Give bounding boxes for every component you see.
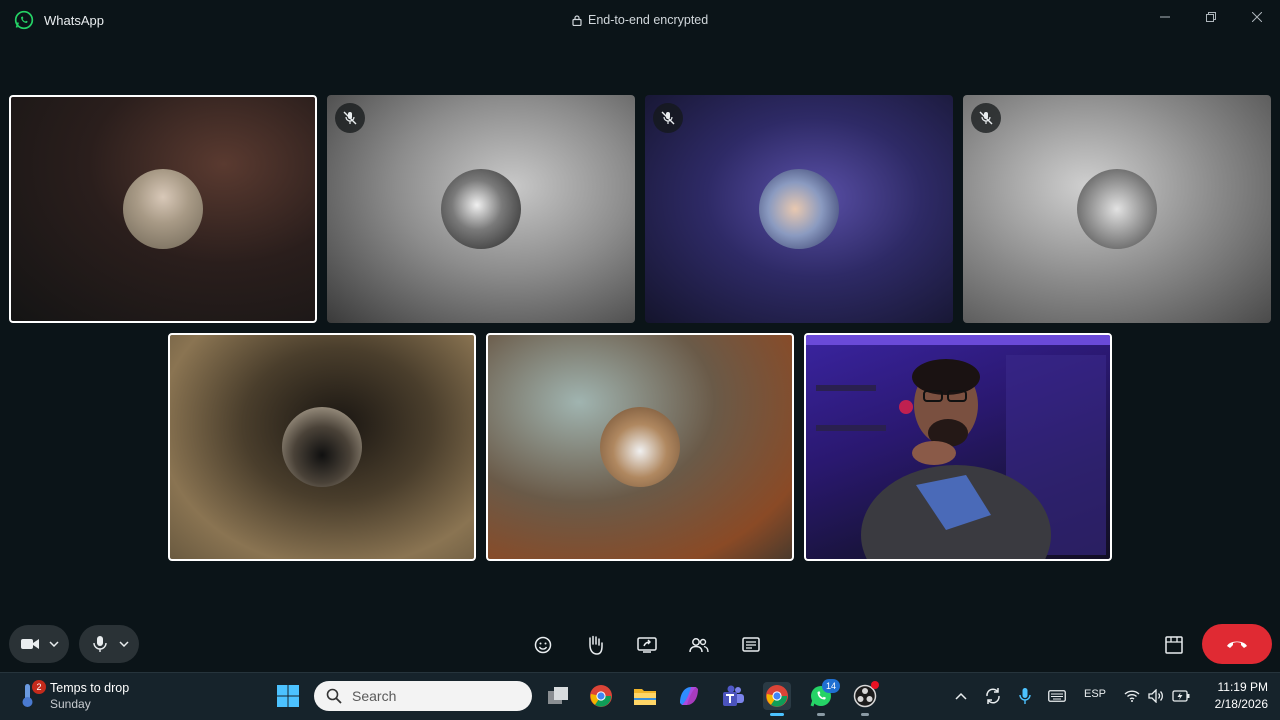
wifi-icon bbox=[1124, 690, 1140, 702]
chrome-active-taskbar-button[interactable] bbox=[763, 682, 791, 710]
participant-tile[interactable] bbox=[645, 95, 953, 323]
close-icon bbox=[1252, 12, 1262, 22]
raise-hand-icon bbox=[589, 635, 603, 655]
participants-button[interactable] bbox=[687, 633, 711, 657]
participant-avatar bbox=[1077, 169, 1157, 249]
sync-icon bbox=[986, 688, 1000, 704]
keyboard-tray-button[interactable] bbox=[1043, 682, 1071, 710]
copilot-button[interactable] bbox=[675, 682, 703, 710]
whatsapp-badge: 14 bbox=[822, 679, 840, 693]
mic-tray-button[interactable] bbox=[1011, 682, 1039, 710]
teams-button[interactable] bbox=[719, 682, 747, 710]
video-camera-icon[interactable] bbox=[21, 637, 39, 651]
participant-tile[interactable] bbox=[486, 333, 794, 561]
participant-video-feed bbox=[806, 335, 1110, 559]
participant-tile[interactable] bbox=[327, 95, 635, 323]
participants-icon bbox=[689, 638, 709, 653]
emoji-icon bbox=[534, 636, 552, 654]
whatsapp-logo-icon bbox=[14, 10, 34, 30]
start-button[interactable] bbox=[274, 682, 302, 710]
file-explorer-button[interactable] bbox=[631, 682, 659, 710]
minimize-button[interactable] bbox=[1154, 8, 1176, 26]
chrome-icon bbox=[590, 685, 612, 707]
active-app-indicator bbox=[770, 713, 784, 716]
camera-control-group[interactable] bbox=[9, 625, 69, 663]
clock-time: 11:19 PM bbox=[1217, 680, 1268, 694]
weather-badge: 2 bbox=[32, 680, 46, 694]
copilot-icon bbox=[680, 687, 698, 705]
clock[interactable]: 11:19 PM 2/18/2026 bbox=[1202, 680, 1268, 711]
layout-button[interactable] bbox=[1162, 633, 1186, 657]
microphone-icon[interactable] bbox=[93, 636, 107, 652]
recording-dot bbox=[871, 681, 879, 689]
folder-icon bbox=[634, 689, 656, 705]
teams-icon bbox=[723, 685, 744, 706]
quick-settings-button[interactable] bbox=[1120, 682, 1194, 710]
keyboard-icon bbox=[1048, 690, 1066, 702]
volume-icon bbox=[1148, 689, 1163, 703]
chevron-down-icon[interactable] bbox=[119, 641, 129, 647]
participant-avatar bbox=[600, 407, 680, 487]
reactions-button[interactable] bbox=[531, 633, 555, 657]
weather-subtitle: Sunday bbox=[50, 697, 91, 711]
weather-title: Temps to drop bbox=[50, 681, 130, 695]
muted-indicator bbox=[653, 103, 683, 133]
search-icon bbox=[326, 688, 342, 704]
layout-icon bbox=[1165, 636, 1183, 654]
participant-avatar bbox=[123, 169, 203, 249]
restore-icon bbox=[1206, 12, 1216, 22]
mic-off-icon bbox=[979, 111, 993, 125]
participant-avatar bbox=[282, 407, 362, 487]
microphone-icon bbox=[1019, 688, 1031, 704]
close-button[interactable] bbox=[1246, 8, 1268, 26]
share-screen-icon bbox=[637, 637, 657, 653]
title-bar: WhatsApp End-to-end encrypted bbox=[0, 0, 1280, 40]
chevron-down-icon[interactable] bbox=[49, 641, 59, 647]
chrome-taskbar-button[interactable] bbox=[587, 682, 615, 710]
weather-widget[interactable]: 2 Temps to drop Sunday bbox=[18, 678, 178, 714]
muted-indicator bbox=[335, 103, 365, 133]
restore-button[interactable] bbox=[1200, 8, 1222, 26]
participant-avatar bbox=[441, 169, 521, 249]
mic-off-icon bbox=[661, 111, 675, 125]
show-hidden-icons-button[interactable] bbox=[947, 682, 975, 710]
clock-date: 2/18/2026 bbox=[1214, 697, 1268, 711]
task-view-icon bbox=[548, 687, 568, 704]
participant-tile[interactable] bbox=[168, 333, 476, 561]
muted-indicator bbox=[971, 103, 1001, 133]
participant-video-tile[interactable] bbox=[804, 333, 1112, 561]
task-view-button[interactable] bbox=[544, 682, 572, 710]
language-indicator[interactable]: ESP bbox=[1084, 688, 1106, 700]
search-placeholder: Search bbox=[352, 688, 397, 704]
captions-icon bbox=[742, 637, 760, 652]
app-title: WhatsApp bbox=[44, 13, 104, 28]
encryption-status: End-to-end encrypted bbox=[572, 13, 708, 27]
lock-icon bbox=[572, 14, 582, 26]
encryption-label: End-to-end encrypted bbox=[588, 13, 709, 27]
battery-icon bbox=[1172, 690, 1190, 702]
chrome-icon bbox=[766, 685, 788, 707]
minimize-icon bbox=[1160, 16, 1170, 18]
end-call-button[interactable] bbox=[1202, 624, 1272, 664]
taskbar-search[interactable]: Search bbox=[314, 681, 532, 711]
mic-off-icon bbox=[343, 111, 357, 125]
participant-avatar bbox=[759, 169, 839, 249]
share-screen-button[interactable] bbox=[635, 633, 659, 657]
raise-hand-button[interactable] bbox=[583, 633, 607, 657]
captions-button[interactable] bbox=[739, 633, 763, 657]
windows-logo-icon bbox=[277, 685, 299, 707]
chevron-up-icon bbox=[955, 692, 967, 700]
mic-control-group[interactable] bbox=[79, 625, 139, 663]
whatsapp-indicator bbox=[817, 713, 825, 716]
end-call-icon bbox=[1227, 641, 1247, 648]
sync-tray-button[interactable] bbox=[979, 682, 1007, 710]
obs-indicator bbox=[861, 713, 869, 716]
participant-tile[interactable] bbox=[9, 95, 317, 323]
participant-tile[interactable] bbox=[963, 95, 1271, 323]
